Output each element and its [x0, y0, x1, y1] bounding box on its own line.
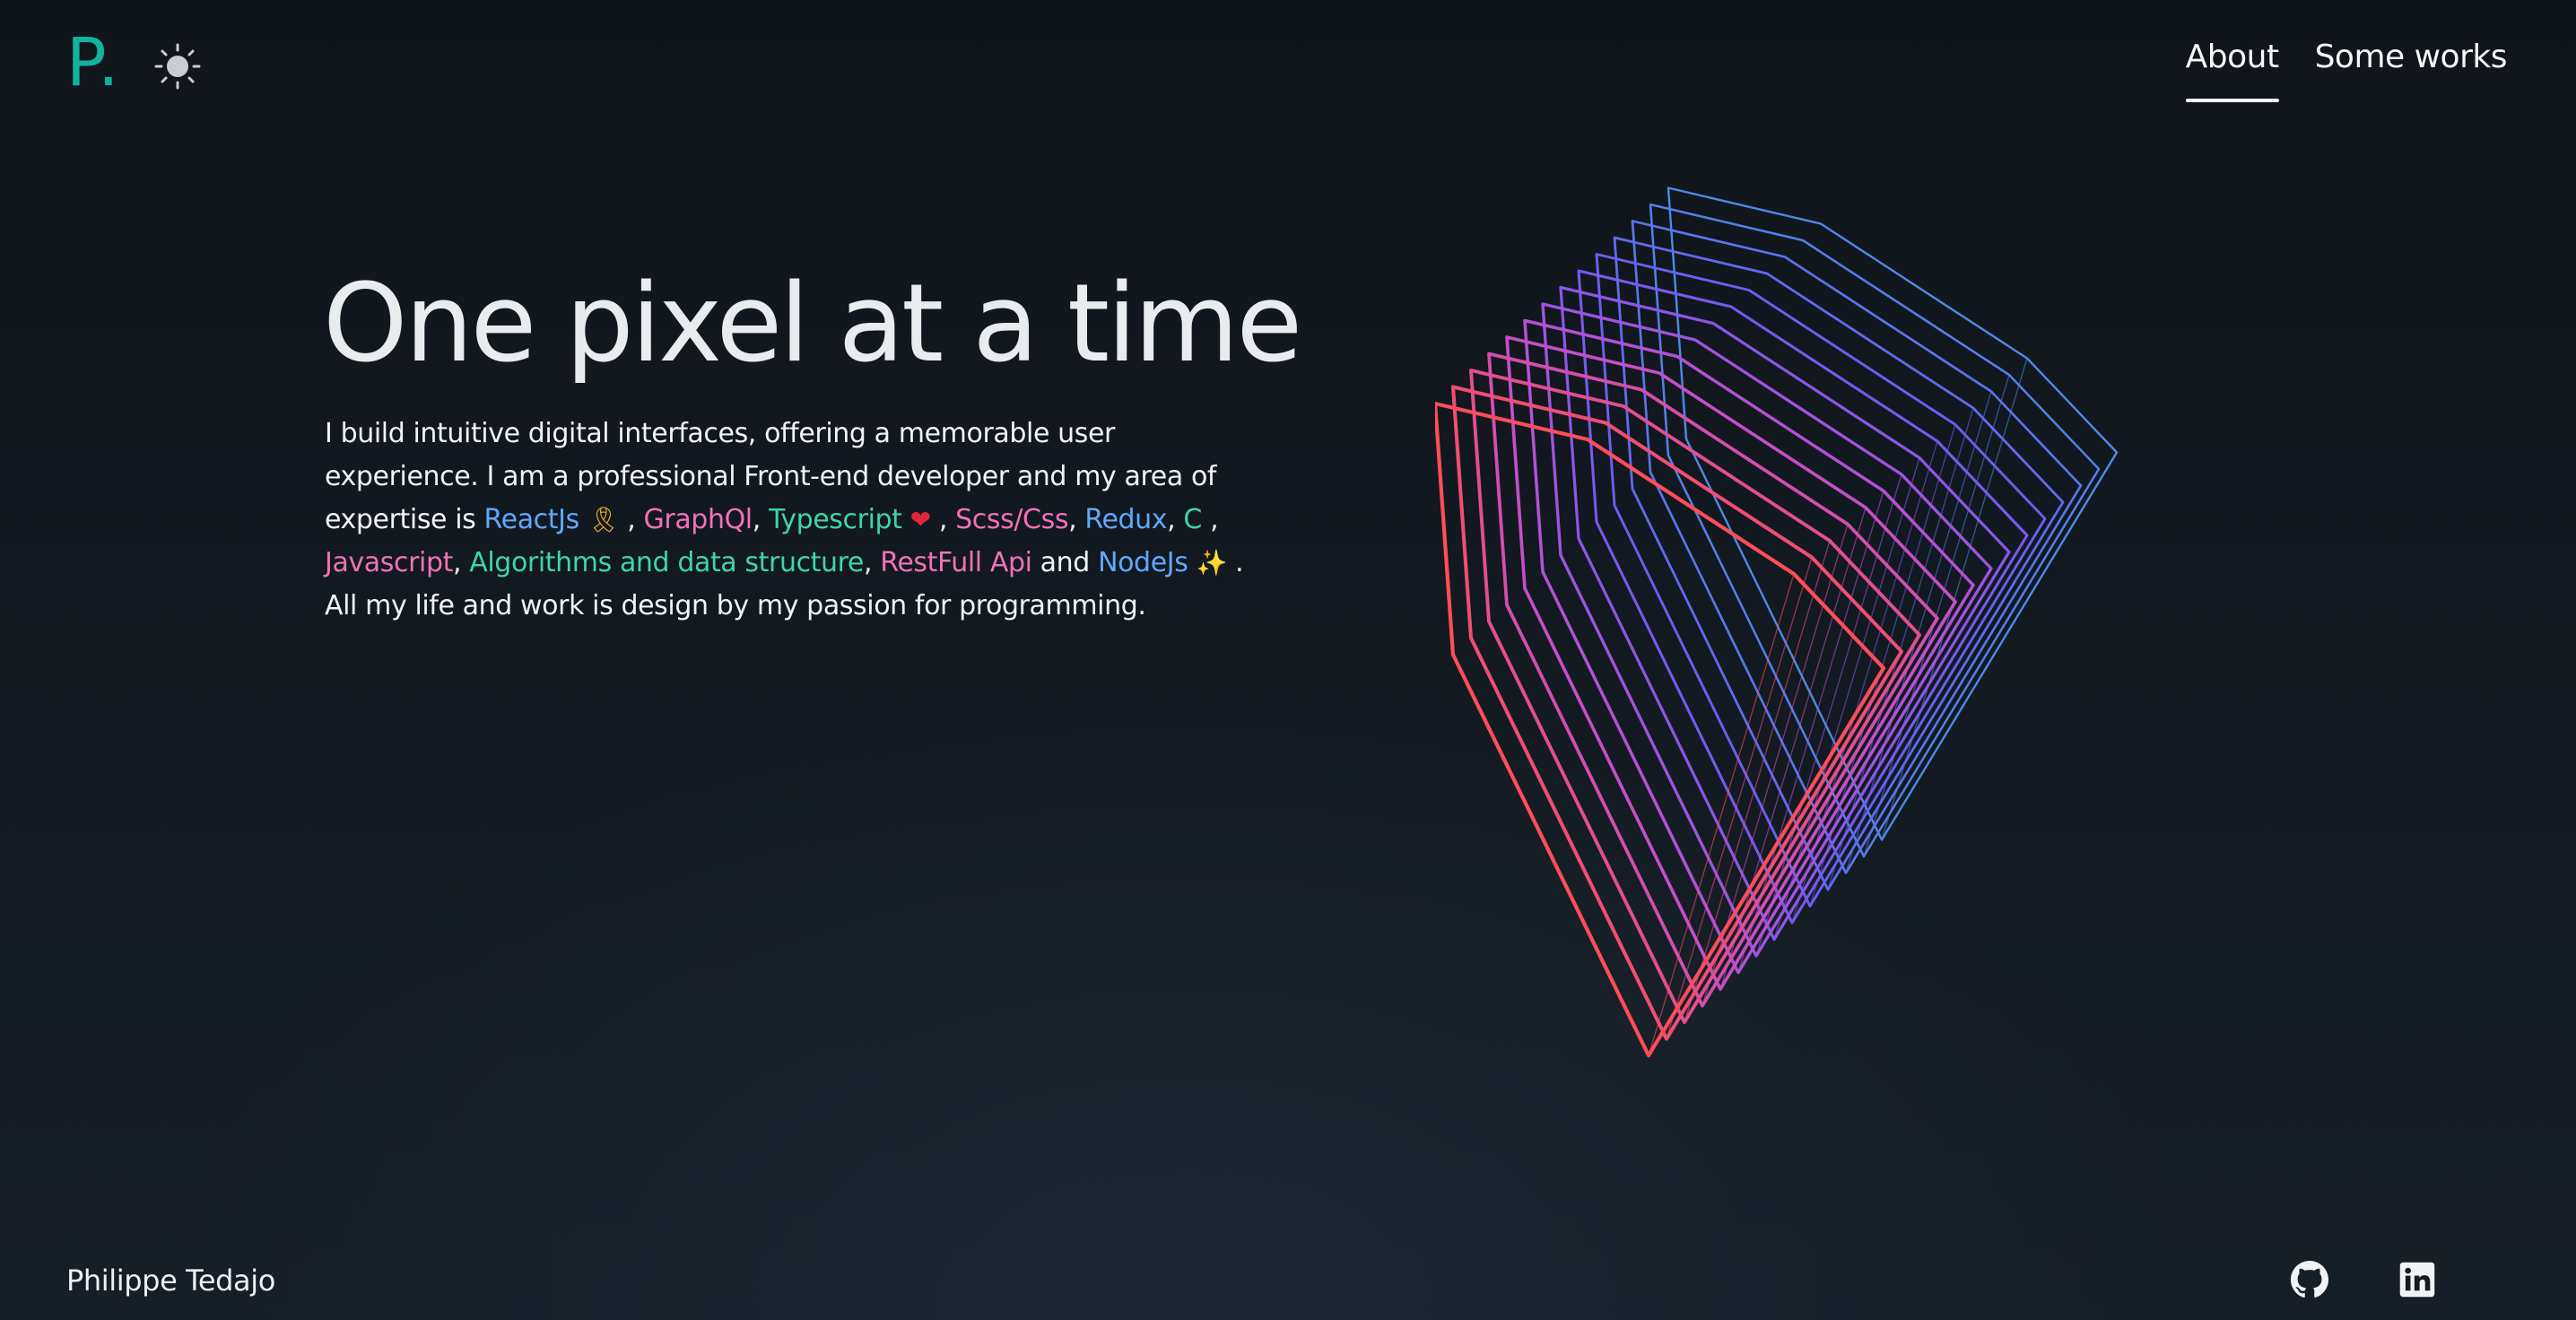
- tech-link-c[interactable]: C: [1183, 504, 1202, 535]
- cube-layer-inner-edge: [1605, 421, 1813, 1039]
- tech-link-restfull-api[interactable]: RestFull Api: [880, 547, 1032, 578]
- text-segment: ,: [452, 547, 470, 578]
- text-segment: ,: [930, 504, 956, 535]
- tech-link-nodejs[interactable]: NodeJs: [1098, 547, 1188, 578]
- text-segment: ,: [1201, 504, 1219, 535]
- text-segment: ,: [863, 547, 881, 578]
- text-segment: ,: [619, 504, 636, 535]
- text-segment: ,: [1167, 504, 1184, 535]
- tech-link-algorithms[interactable]: Algorithms and data structure: [469, 547, 864, 578]
- cube-layer-outline: [1450, 385, 1904, 1041]
- tech-link-redux[interactable]: Redux: [1084, 504, 1167, 535]
- linkedin-icon[interactable]: [2398, 1261, 2436, 1298]
- ribbon-emoji: 🎗: [587, 505, 620, 534]
- cube-layer-outline: [1487, 352, 1939, 1008]
- tech-link-graphql[interactable]: GraphQl: [644, 504, 753, 535]
- text-segment: ,: [1068, 504, 1085, 535]
- logo[interactable]: P.: [66, 27, 121, 99]
- tech-link-javascript[interactable]: Javascript: [325, 547, 453, 578]
- main-nav: About Some works: [2185, 34, 2508, 102]
- sun-icon[interactable]: [154, 43, 201, 90]
- gradient-wireframe-cube: [1435, 187, 2119, 1058]
- heart-emoji: ❤: [909, 505, 931, 534]
- footer-author-name: Philippe Tedajo: [66, 1264, 275, 1298]
- text-segment: and: [1031, 547, 1099, 578]
- text-segment: ,: [752, 504, 769, 535]
- tech-link-reactjs[interactable]: ReactJs: [484, 504, 580, 535]
- tech-link-scss[interactable]: Scss/Css: [955, 504, 1068, 535]
- cube-layer-outline: [1435, 401, 1886, 1058]
- cube-layer-inner-edge: [1587, 439, 1795, 1056]
- hero-title: One pixel at a time: [323, 262, 1302, 386]
- github-icon[interactable]: [2291, 1261, 2328, 1298]
- cube-layer-inner-edge: [1712, 322, 1920, 940]
- tech-link-typescript[interactable]: Typescript: [769, 504, 902, 535]
- nav-some-works[interactable]: Some works: [2315, 34, 2508, 102]
- hero-description: I build intuitive digital interfaces, of…: [325, 412, 1275, 628]
- cube-layer-outline: [1469, 369, 1921, 1024]
- nav-about[interactable]: About: [2185, 34, 2279, 102]
- sparkles-emoji: ✨: [1196, 548, 1228, 578]
